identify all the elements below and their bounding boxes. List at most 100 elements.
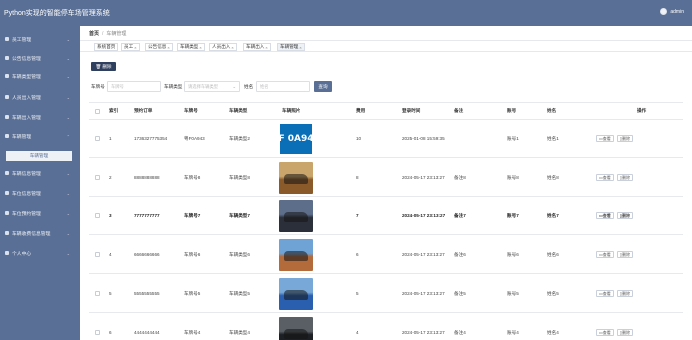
row-checkbox[interactable] <box>95 159 100 196</box>
row-checkbox[interactable] <box>95 314 100 340</box>
column-header[interactable]: 索引 <box>109 103 118 119</box>
select-all-checkbox[interactable] <box>95 103 100 119</box>
row-checkbox[interactable] <box>95 236 100 273</box>
cell-name: 姓名5 <box>547 290 559 296</box>
sidebar-item-label: 车辆类型管理 <box>12 74 41 80</box>
close-icon[interactable]: × <box>167 45 169 50</box>
tab-employee[interactable]: 员工 × <box>121 43 140 51</box>
row-delete-button[interactable]: ▯ 删除 <box>616 174 633 181</box>
row-checkbox[interactable] <box>95 275 100 312</box>
row-delete-button[interactable]: ▯ 删除 <box>616 251 633 258</box>
tab-notice[interactable]: 公告信息 × <box>145 43 173 51</box>
plate-input[interactable]: 车牌号 <box>107 81 161 92</box>
close-icon[interactable]: × <box>231 45 233 50</box>
cell-account: 账号8 <box>507 174 519 180</box>
sidebar-item-vehicle-manage[interactable]: 车辆管理 ⌃ <box>0 131 80 141</box>
avatar[interactable] <box>660 8 668 15</box>
breadcrumb-home[interactable]: 首页 <box>89 31 99 37</box>
table-row[interactable]: 6 4444444444 车牌号4 车辆类型4 4 2024-05-17 23:13:27… <box>89 314 683 340</box>
table-row[interactable]: 3 7777777777 车牌号7 车辆类型7 7 2024-05-17 23:13:27… <box>89 197 683 235</box>
view-button[interactable]: ▭ 查看 <box>596 329 614 336</box>
username[interactable]: admin <box>670 9 684 15</box>
cell-fee: 8 <box>356 175 359 180</box>
car-photo <box>279 238 313 271</box>
cell-fee: 7 <box>356 213 359 218</box>
table-row[interactable]: 4 6666666666 车牌号6 车辆类型6 6 2024-05-17 23:13:27… <box>89 236 683 274</box>
license-plate-photo: F 0A94 <box>278 122 314 155</box>
name-input[interactable]: 姓名 <box>256 81 310 92</box>
query-button[interactable]: 查询 <box>314 81 332 92</box>
sidebar-item-label: 车位预约管理 <box>12 211 41 217</box>
grid-icon <box>5 191 9 195</box>
sidebar-item-fee-info[interactable]: 车辆收费信息管理 ⌄ <box>0 228 80 238</box>
sidebar-item-employee[interactable]: 员工管理 ⌄ <box>0 34 80 44</box>
sidebar-item-notice[interactable]: 公告信息管理 ⌄ <box>0 53 80 63</box>
cell-plate: 车牌号4 <box>184 329 201 335</box>
view-button[interactable]: ▭ 查看 <box>596 174 614 181</box>
type-filter-label: 车辆类型 <box>164 84 183 89</box>
cell-time: 2024-05-17 23:13:27 <box>402 291 445 296</box>
cell-index: 6 <box>109 330 112 335</box>
cell-fee: 4 <box>356 330 359 335</box>
delete-button[interactable]: 🗑 删除 <box>91 62 116 71</box>
tab-vehicle-manage[interactable]: 车辆管理 × <box>277 43 305 51</box>
sidebar-item-vehicle-access[interactable]: 车辆出入管理 ⌄ <box>0 112 80 122</box>
row-delete-button[interactable]: ▯ 删除 <box>616 212 633 219</box>
cell-order: 8888888888 <box>134 175 160 180</box>
sidebar-item-label: 车位信息管理 <box>12 191 41 197</box>
cell-name: 姓名8 <box>547 174 559 180</box>
column-header[interactable]: 预约订单 <box>134 103 152 119</box>
tab-person-access[interactable]: 人员出入 × <box>209 43 237 51</box>
view-button[interactable]: ▭ 查看 <box>596 251 614 258</box>
cell-order: 5555555555 <box>134 291 160 296</box>
tab-vehicle-type[interactable]: 车辆类型 × <box>177 43 205 51</box>
column-header[interactable]: 登录时间 <box>402 103 420 119</box>
cell-account: 账号4 <box>507 329 519 335</box>
sidebar-item-vehicle-info[interactable]: 车辆信息管理 ⌄ <box>0 168 80 178</box>
row-checkbox[interactable] <box>95 197 100 234</box>
row-delete-button[interactable]: ▯ 删除 <box>616 135 633 142</box>
column-header[interactable]: 费用 <box>356 103 365 119</box>
chevron-down-icon: ⌄ <box>66 191 70 196</box>
type-select[interactable]: 请选择车辆类型 ⌄ <box>184 81 240 92</box>
row-checkbox[interactable] <box>95 120 100 157</box>
sidebar-item-person-access[interactable]: 人员出入管理 ⌄ <box>0 92 80 102</box>
sidebar-item-label: 公告信息管理 <box>12 56 41 62</box>
row-delete-button[interactable]: ▯ 删除 <box>616 290 633 297</box>
column-header[interactable]: 车牌号 <box>184 103 198 119</box>
column-header[interactable]: 备注 <box>454 103 463 119</box>
column-header[interactable]: 车辆类型 <box>229 103 247 119</box>
column-header[interactable]: 姓名 <box>547 103 556 119</box>
grid-icon <box>5 37 9 41</box>
sidebar-item-label: 人员出入管理 <box>12 95 41 101</box>
close-icon[interactable]: × <box>265 45 267 50</box>
view-button[interactable]: ▭ 查看 <box>596 135 614 142</box>
column-header[interactable]: 账号 <box>507 103 516 119</box>
sidebar-item-space-reservation[interactable]: 车位预约管理 ⌄ <box>0 208 80 218</box>
user-menu[interactable]: admin <box>660 8 684 15</box>
tab-home[interactable]: 系统首页 <box>94 43 119 51</box>
close-icon[interactable]: × <box>134 45 136 50</box>
grid-icon <box>5 211 9 215</box>
sidebar-subitem-vehicle-manage[interactable]: 车辆管理 <box>6 151 72 161</box>
sidebar-item-space-info[interactable]: 车位信息管理 ⌄ <box>0 188 80 198</box>
table-row[interactable]: 1 1736327775354 粤F0A943 车辆类型2 10 2025-01-08 1… <box>89 120 683 158</box>
table-row[interactable]: 2 8888888888 车牌号8 车辆类型8 8 2024-05-17 23:13:27… <box>89 159 683 197</box>
sidebar-item-profile[interactable]: 个人中心 ⌄ <box>0 248 80 258</box>
row-delete-button-label: 删除 <box>621 251 630 257</box>
sidebar-item-vehicle-type[interactable]: 车辆类型管理 ⌄ <box>0 71 80 81</box>
tabs-bar: 系统首页 员工 × 公告信息 × 车辆类型 × 人员出入 × 车辆出入 × 车辆管理 × <box>80 40 692 52</box>
row-delete-button[interactable]: ▯ 删除 <box>616 329 633 336</box>
view-button[interactable]: ▭ 查看 <box>596 212 614 219</box>
tab-vehicle-access[interactable]: 车辆出入 × <box>243 43 271 51</box>
cell-actions: ▭ 查看 ▯ 删除 <box>596 120 636 157</box>
cell-index: 2 <box>109 175 112 180</box>
close-icon[interactable]: × <box>199 45 201 50</box>
close-icon[interactable]: × <box>299 45 301 50</box>
table-row[interactable]: 5 5555555555 车牌号5 车辆类型5 5 2024-05-17 23:13:27… <box>89 275 683 313</box>
grid-icon <box>5 56 9 60</box>
view-button[interactable]: ▭ 查看 <box>596 290 614 297</box>
car-photo <box>279 277 313 310</box>
tab-label: 车辆类型 <box>180 44 199 49</box>
cell-photo <box>279 197 313 234</box>
